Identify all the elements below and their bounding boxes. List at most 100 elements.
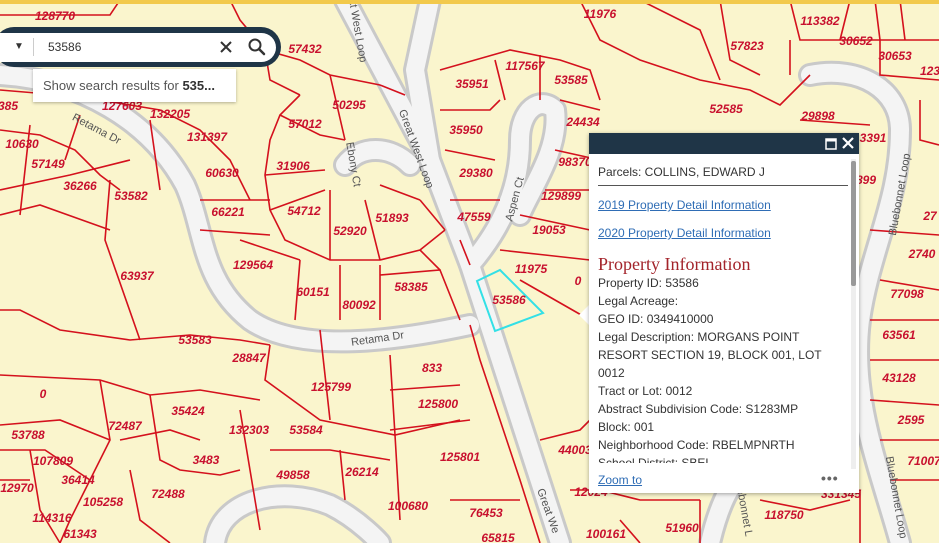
popup-header bbox=[589, 133, 859, 154]
parcel-label-10630: 10630 bbox=[5, 137, 39, 151]
parcel-label-98370: 98370 bbox=[558, 155, 592, 169]
attribute-value: 001 bbox=[634, 420, 655, 434]
parcel-label-52585: 52585 bbox=[709, 102, 743, 116]
parcel-label-3483: 3483 bbox=[193, 453, 220, 467]
attribute-label: GEO ID: bbox=[598, 312, 644, 326]
parcel-label-117567: 117567 bbox=[505, 59, 545, 73]
parcel-label-118750: 118750 bbox=[764, 508, 803, 522]
attribute-value: SBEL bbox=[681, 456, 713, 463]
attribute-value: 0012 bbox=[665, 384, 693, 398]
clear-search-button[interactable] bbox=[216, 37, 236, 57]
parcel-label-66221: 66221 bbox=[211, 205, 245, 219]
parcel-label-63561: 63561 bbox=[882, 328, 916, 342]
parcel-label-44003: 44003 bbox=[557, 443, 592, 457]
parcel-label-125800: 125800 bbox=[418, 397, 458, 411]
search-button[interactable] bbox=[246, 36, 268, 58]
attribute-value: 53586 bbox=[665, 276, 699, 290]
parcel-label-53585: 53585 bbox=[554, 73, 588, 87]
attribute-label: Property ID: bbox=[598, 276, 663, 290]
attribute-label: Legal Acreage: bbox=[598, 294, 679, 308]
parcel-label-28847: 28847 bbox=[231, 351, 267, 365]
property-detail-2019-link[interactable]: 2019 Property Detail Information bbox=[598, 196, 848, 214]
parcel-label-65815: 65815 bbox=[481, 531, 515, 543]
popup-title: Parcels: COLLINS, EDWARD J bbox=[598, 163, 848, 186]
property-attribute-row: School District: SBEL bbox=[598, 454, 848, 463]
parcel-label-27: 27 bbox=[922, 209, 938, 223]
search-icon bbox=[248, 38, 266, 56]
parcel-label-113382: 113382 bbox=[800, 14, 839, 28]
parcel-label-29898: 29898 bbox=[800, 109, 835, 123]
caret-down-icon: ▼ bbox=[14, 41, 24, 52]
parcel-label-35951: 35951 bbox=[455, 77, 489, 91]
parcel-label-50295: 50295 bbox=[332, 98, 366, 112]
attribute-label: Legal Description: bbox=[598, 330, 695, 344]
parcel-label-53583: 53583 bbox=[178, 333, 212, 347]
parcel-label-132205: 132205 bbox=[150, 107, 190, 121]
attribute-value: S1283MP bbox=[745, 402, 799, 416]
parcel-label-36414: 36414 bbox=[61, 473, 95, 487]
search-separator bbox=[33, 38, 34, 56]
close-popup-button[interactable] bbox=[841, 136, 855, 150]
parcel-label-51893: 51893 bbox=[375, 211, 409, 225]
parcel-label-53582: 53582 bbox=[114, 189, 148, 203]
property-detail-2020-link[interactable]: 2020 Property Detail Information bbox=[598, 224, 848, 242]
parcel-label-19053: 19053 bbox=[532, 223, 566, 237]
parcel-label-72488: 72488 bbox=[151, 487, 185, 501]
parcel-label-53586: 53586 bbox=[492, 293, 526, 307]
property-attribute-row: Block: 001 bbox=[598, 418, 848, 436]
attribute-label: Tract or Lot: bbox=[598, 384, 663, 398]
parcel-label-3391: 3391 bbox=[860, 131, 887, 145]
suggestion-prefix: Show search results for bbox=[43, 78, 183, 93]
attribute-label: Block: bbox=[598, 420, 631, 434]
parcel-label-0: 0 bbox=[575, 274, 582, 288]
parcel-label-385: 385 bbox=[0, 99, 18, 113]
search-suggestion[interactable]: Show search results for 535... bbox=[33, 69, 236, 102]
parcel-label-57823: 57823 bbox=[730, 39, 764, 53]
parcel-label-61343: 61343 bbox=[63, 527, 97, 541]
popup-scrollbar-thumb[interactable] bbox=[851, 161, 856, 286]
parcel-label-131397: 131397 bbox=[187, 130, 228, 144]
attribute-label: Neighborhood Code: bbox=[598, 438, 709, 452]
parcel-label-26214: 26214 bbox=[344, 465, 379, 479]
parcel-label-71007: 71007 bbox=[907, 454, 939, 468]
parcel-label-0: 0 bbox=[40, 387, 47, 401]
parcel-label-60630: 60630 bbox=[205, 166, 239, 180]
parcel-label-107809: 107809 bbox=[33, 454, 73, 468]
parcel-label-125799: 125799 bbox=[311, 380, 351, 394]
parcel-label-24434: 24434 bbox=[565, 115, 600, 129]
parcel-label-2740: 2740 bbox=[908, 247, 936, 261]
parcel-label-899: 899 bbox=[856, 173, 876, 187]
search-input[interactable] bbox=[38, 35, 206, 59]
parcel-label-52920: 52920 bbox=[333, 224, 367, 238]
parcel-label-60151: 60151 bbox=[296, 285, 330, 299]
parcel-label-129899: 129899 bbox=[541, 189, 581, 203]
parcel-label-11976: 11976 bbox=[584, 7, 617, 21]
parcel-label-36266: 36266 bbox=[63, 179, 97, 193]
top-accent-bar bbox=[0, 0, 939, 4]
search-source-dropdown[interactable]: ▼ bbox=[10, 38, 28, 56]
maximize-button[interactable] bbox=[825, 137, 837, 150]
parcel-label-49858: 49858 bbox=[275, 468, 310, 482]
property-attribute-row: Legal Description: MORGANS POINT RESORT … bbox=[598, 328, 848, 382]
suggestion-term: 535... bbox=[182, 78, 215, 93]
parcel-popup: Parcels: COLLINS, EDWARD J 2019 Property… bbox=[589, 133, 859, 493]
property-attribute-row: Abstract Subdivision Code: S1283MP bbox=[598, 400, 848, 418]
property-attribute-row: Tract or Lot: 0012 bbox=[598, 382, 848, 400]
maximize-icon bbox=[825, 138, 837, 150]
more-actions-button[interactable]: ••• bbox=[821, 470, 839, 486]
parcel-label-29380: 29380 bbox=[458, 166, 493, 180]
zoom-to-link[interactable]: Zoom to bbox=[598, 473, 642, 487]
property-attribute-row: GEO ID: 0349410000 bbox=[598, 310, 848, 328]
parcel-label-35950: 35950 bbox=[449, 123, 483, 137]
parcel-label-129564: 129564 bbox=[233, 258, 273, 272]
parcel-label-77098: 77098 bbox=[890, 287, 924, 301]
popup-pointer bbox=[579, 305, 589, 325]
attribute-value: RBELMPNRTH bbox=[712, 438, 795, 452]
property-attribute-row: Legal Acreage: bbox=[598, 292, 848, 310]
parcel-label-80092: 80092 bbox=[342, 298, 376, 312]
parcel-label-57149: 57149 bbox=[31, 157, 65, 171]
parcel-label-53788: 53788 bbox=[11, 428, 45, 442]
parcel-label-833: 833 bbox=[422, 361, 442, 375]
parcel-label-72487: 72487 bbox=[108, 419, 143, 433]
parcel-label-53584: 53584 bbox=[289, 423, 323, 437]
